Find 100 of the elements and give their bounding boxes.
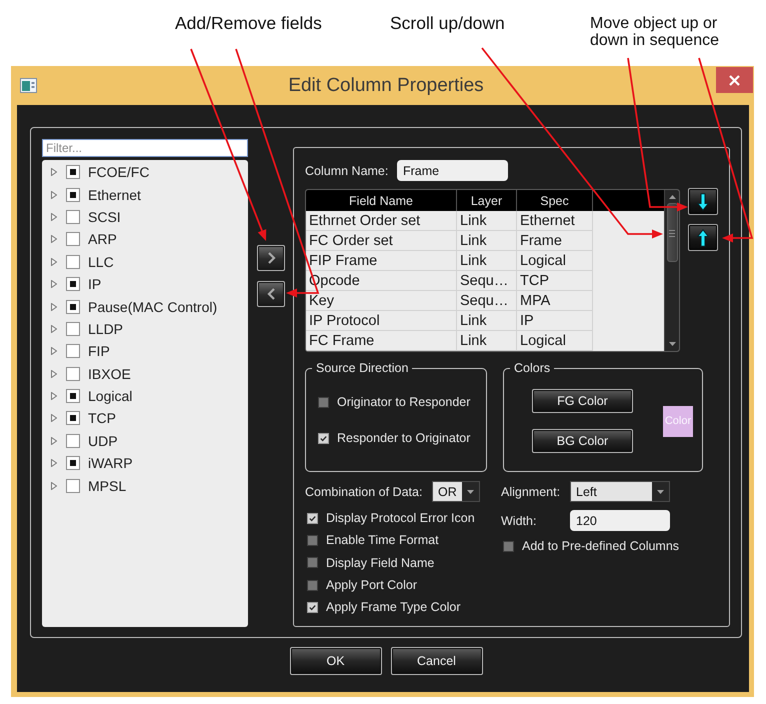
checkbox[interactable] (318, 432, 329, 444)
caret-down-icon[interactable] (467, 490, 474, 494)
expand-arrow-icon[interactable] (51, 370, 57, 378)
expand-arrow-icon[interactable] (51, 280, 57, 288)
scroll-up-icon[interactable] (668, 195, 676, 199)
protocol-label[interactable]: SCSI (88, 208, 121, 225)
checkbox[interactable] (66, 277, 80, 292)
alignment-dropdown[interactable]: Left (570, 481, 670, 502)
column-header[interactable]: Spec (517, 190, 593, 211)
checkbox[interactable] (307, 512, 318, 524)
checkbox[interactable] (66, 389, 80, 404)
checkbox[interactable] (307, 534, 318, 546)
expand-arrow-icon[interactable] (51, 235, 57, 244)
color-button[interactable]: BG Color (532, 429, 633, 453)
checkbox[interactable] (318, 396, 329, 408)
expand-arrow-icon[interactable] (51, 392, 57, 400)
expand-arrow-icon[interactable] (51, 212, 57, 221)
checkbox[interactable] (307, 580, 318, 591)
checkbox-label: Enable Time Format (326, 533, 439, 548)
protocol-label[interactable]: UDP (88, 432, 118, 449)
checkbox-label: Display Protocol Error Icon (326, 511, 475, 526)
checkbox-label: Apply Frame Type Color (326, 600, 461, 614)
checkbox[interactable] (66, 300, 80, 314)
color-swatch: Color (663, 406, 693, 436)
expand-arrow-icon[interactable] (51, 482, 57, 490)
table-cell: Link (457, 231, 517, 251)
checkbox[interactable] (66, 434, 80, 448)
table-cell: Key (306, 291, 457, 311)
checkbox-label: Responder to Originator (337, 431, 470, 445)
color-button[interactable]: FG Color (532, 389, 633, 413)
ok-button[interactable]: OK (290, 647, 382, 675)
expand-arrow-icon[interactable] (51, 324, 57, 333)
expand-arrow-icon[interactable] (51, 258, 57, 266)
table-cell: TCP (517, 271, 593, 291)
column-header[interactable]: Layer (457, 190, 517, 211)
checkbox[interactable] (66, 165, 80, 180)
protocol-label[interactable]: MPSL (88, 478, 126, 494)
column-header[interactable]: Field Name (306, 190, 457, 211)
checkbox[interactable] (66, 478, 80, 493)
checkbox[interactable] (307, 557, 318, 568)
checkbox[interactable] (66, 232, 80, 246)
table-cell: Link (457, 211, 517, 231)
checkbox[interactable] (66, 411, 80, 426)
close-button[interactable] (716, 67, 753, 93)
expand-arrow-icon[interactable] (51, 168, 57, 176)
table-cell: IP (517, 311, 593, 331)
close-icon[interactable] (729, 74, 740, 86)
arrow-up-icon[interactable] (697, 228, 709, 246)
expand-arrow-icon[interactable] (51, 347, 57, 356)
column-name-field[interactable]: Frame (397, 160, 508, 181)
checkbox[interactable] (66, 210, 80, 224)
protocol-label[interactable]: FCOE/FC (88, 164, 150, 180)
protocol-label[interactable]: FIP (88, 343, 110, 360)
expand-arrow-icon[interactable] (51, 190, 57, 199)
width-label: Width: (501, 514, 538, 528)
protocol-label[interactable]: LLDP (88, 320, 124, 337)
protocol-label[interactable]: LLC (88, 254, 114, 270)
table-cell: Ethrnet Order set (306, 211, 457, 231)
chevron-left-icon[interactable] (266, 288, 276, 300)
move-up-button[interactable] (688, 224, 718, 251)
expand-arrow-icon[interactable] (51, 459, 57, 468)
arrow-down-icon[interactable] (697, 192, 709, 210)
protocol-label[interactable]: Logical (88, 388, 132, 404)
window-icon (20, 78, 37, 93)
protocol-label[interactable]: iWARP (88, 455, 133, 472)
protocol-label[interactable]: IP (88, 276, 102, 292)
checkbox[interactable] (503, 540, 514, 552)
checkbox[interactable] (66, 188, 80, 202)
expand-arrow-icon[interactable] (51, 414, 57, 422)
chevron-right-icon[interactable] (266, 252, 276, 264)
group-title: Colors (513, 361, 552, 375)
checkbox[interactable] (66, 322, 80, 336)
caret-down-icon[interactable] (657, 490, 664, 494)
window-title: Edit Column Properties (287, 74, 484, 96)
protocol-label[interactable]: IBXOE (88, 366, 131, 382)
checkbox[interactable] (307, 602, 318, 613)
protocol-label[interactable]: TCP (88, 410, 116, 426)
protocol-label[interactable]: Ethernet (88, 186, 141, 203)
combination-dropdown[interactable]: OR (432, 481, 480, 502)
add-field-button[interactable] (257, 245, 285, 271)
width-field[interactable]: 120 (570, 510, 670, 531)
table-cell: Link (457, 331, 517, 351)
cancel-button[interactable]: Cancel (390, 647, 482, 675)
expand-arrow-icon[interactable] (51, 302, 57, 311)
checkbox[interactable] (66, 366, 80, 381)
expand-arrow-icon[interactable] (51, 436, 57, 445)
scrollbar-thumb[interactable] (666, 203, 678, 262)
filter-field[interactable]: Filter... (42, 139, 248, 157)
protocol-label[interactable]: Pause(MAC Control) (88, 298, 218, 315)
scrollbar[interactable] (664, 190, 679, 351)
checkbox[interactable] (66, 344, 80, 358)
table-cell: FC Frame (306, 331, 457, 351)
protocol-label[interactable]: ARP (88, 231, 117, 248)
checkbox[interactable] (66, 456, 80, 470)
scroll-down-icon[interactable] (668, 342, 676, 346)
callout-label: Add/Remove fields (175, 13, 323, 33)
checkbox-label: Add to Pre-defined Columns (522, 539, 680, 554)
remove-field-button[interactable] (257, 281, 285, 307)
checkbox[interactable] (66, 254, 80, 269)
move-down-button[interactable] (688, 188, 718, 215)
